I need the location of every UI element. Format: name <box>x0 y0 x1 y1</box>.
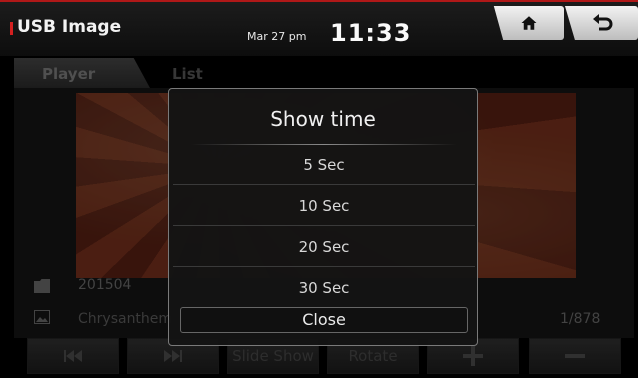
option-10-sec[interactable]: 10 Sec <box>173 186 475 226</box>
option-20-sec[interactable]: 20 Sec <box>173 227 475 267</box>
option-5-sec[interactable]: 5 Sec <box>173 145 475 185</box>
dialog-title: Show time <box>270 107 376 131</box>
home-button[interactable] <box>493 6 564 40</box>
back-button[interactable] <box>564 6 638 40</box>
header-bar: USB Image Mar 27 pm 11:33 <box>0 0 638 56</box>
back-arrow-icon <box>592 14 612 31</box>
date-label: Mar 27 pm <box>247 30 307 43</box>
clock-time: 11:33 <box>330 19 412 47</box>
close-button[interactable]: Close <box>180 307 468 333</box>
app-title: USB Image <box>17 17 122 37</box>
show-time-dialog: Show time 5 Sec 10 Sec 20 Sec 30 Sec Clo… <box>168 88 478 346</box>
home-icon <box>521 16 537 30</box>
app-indicator-mark <box>10 22 13 35</box>
option-30-sec[interactable]: 30 Sec <box>173 268 475 308</box>
